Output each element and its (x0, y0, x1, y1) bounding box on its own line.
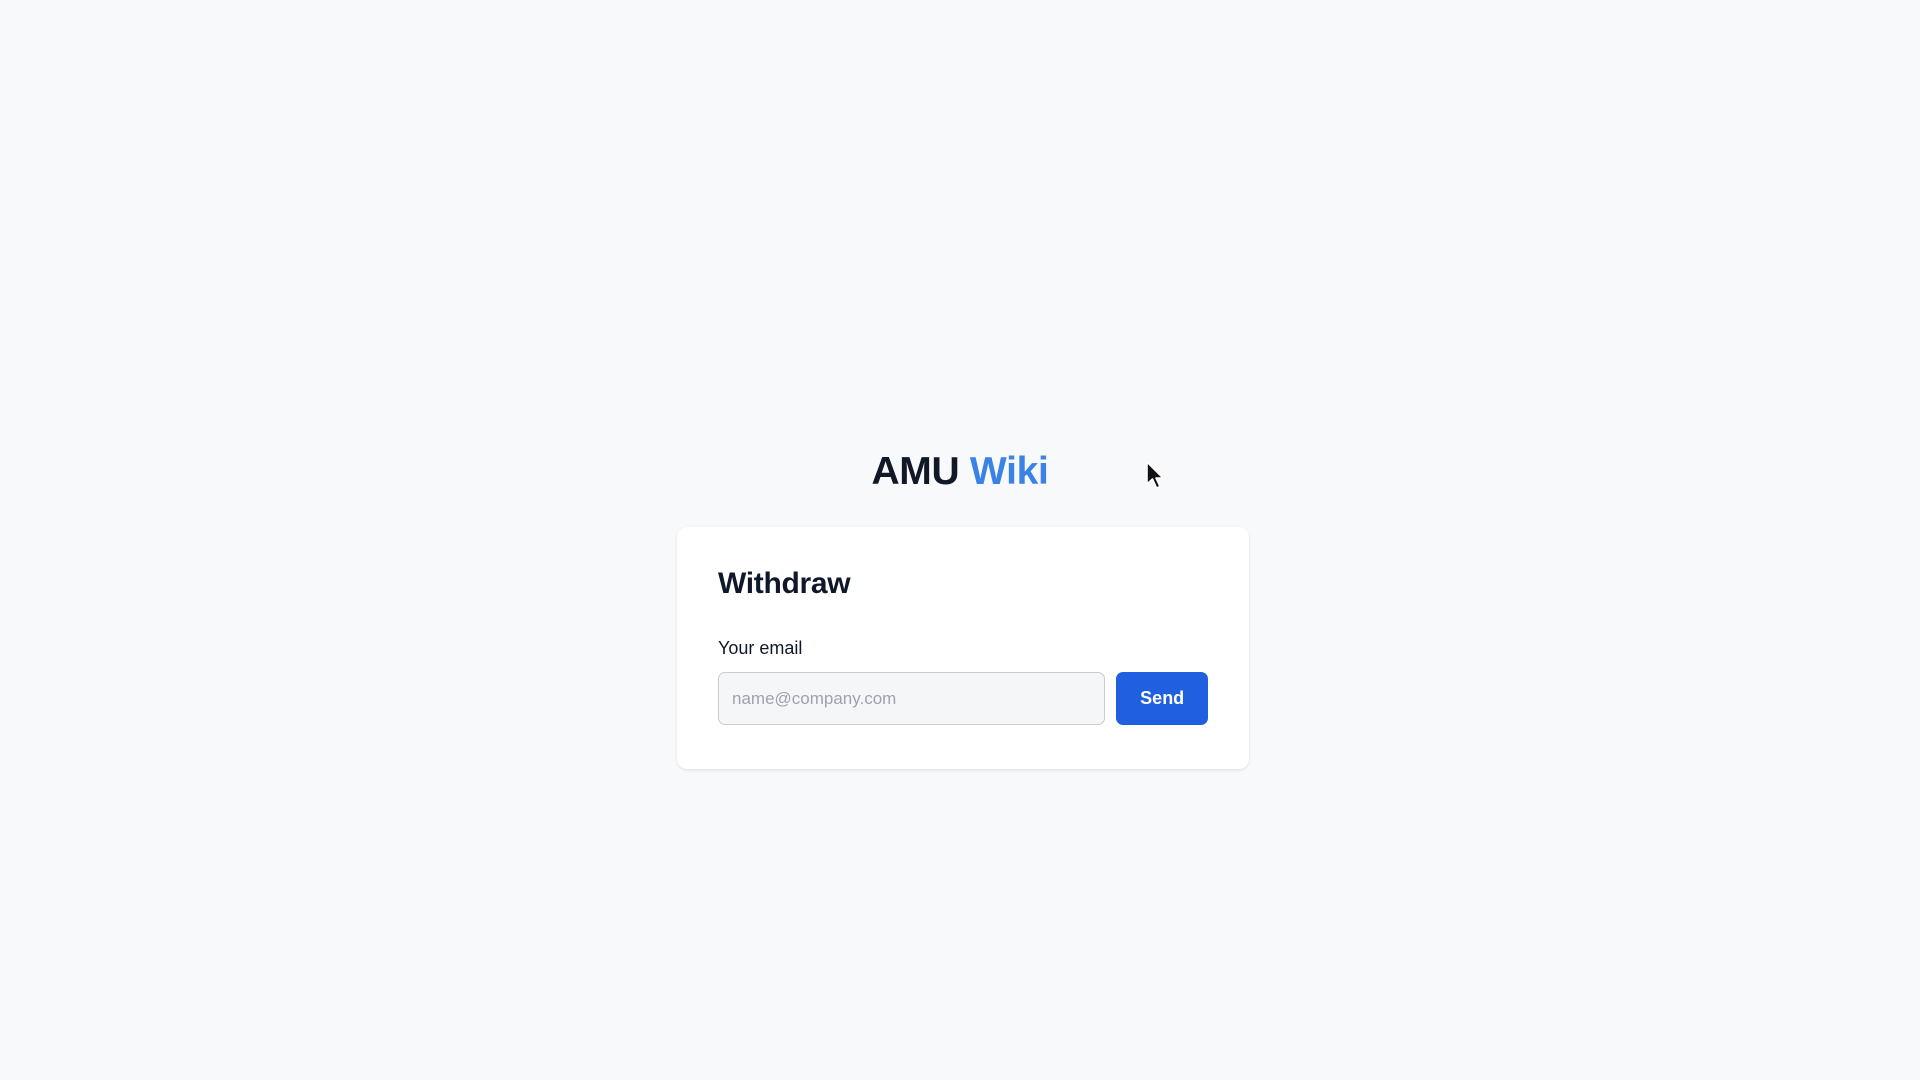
brand-name-primary: AMU (871, 450, 960, 493)
email-input[interactable] (718, 672, 1106, 725)
mouse-pointer-icon (1146, 461, 1164, 489)
form-title: Withdraw (718, 567, 851, 600)
page: AMU Wiki Withdraw Your email Send (0, 0, 1920, 1080)
withdraw-card: Withdraw Your email Send (677, 527, 1249, 769)
email-label: Your email (718, 638, 803, 658)
brand-name-accent: Wiki (969, 450, 1049, 493)
brand-logo: AMU Wiki (0, 446, 1920, 498)
email-row: Send (718, 672, 1208, 725)
send-button[interactable]: Send (1116, 672, 1208, 725)
